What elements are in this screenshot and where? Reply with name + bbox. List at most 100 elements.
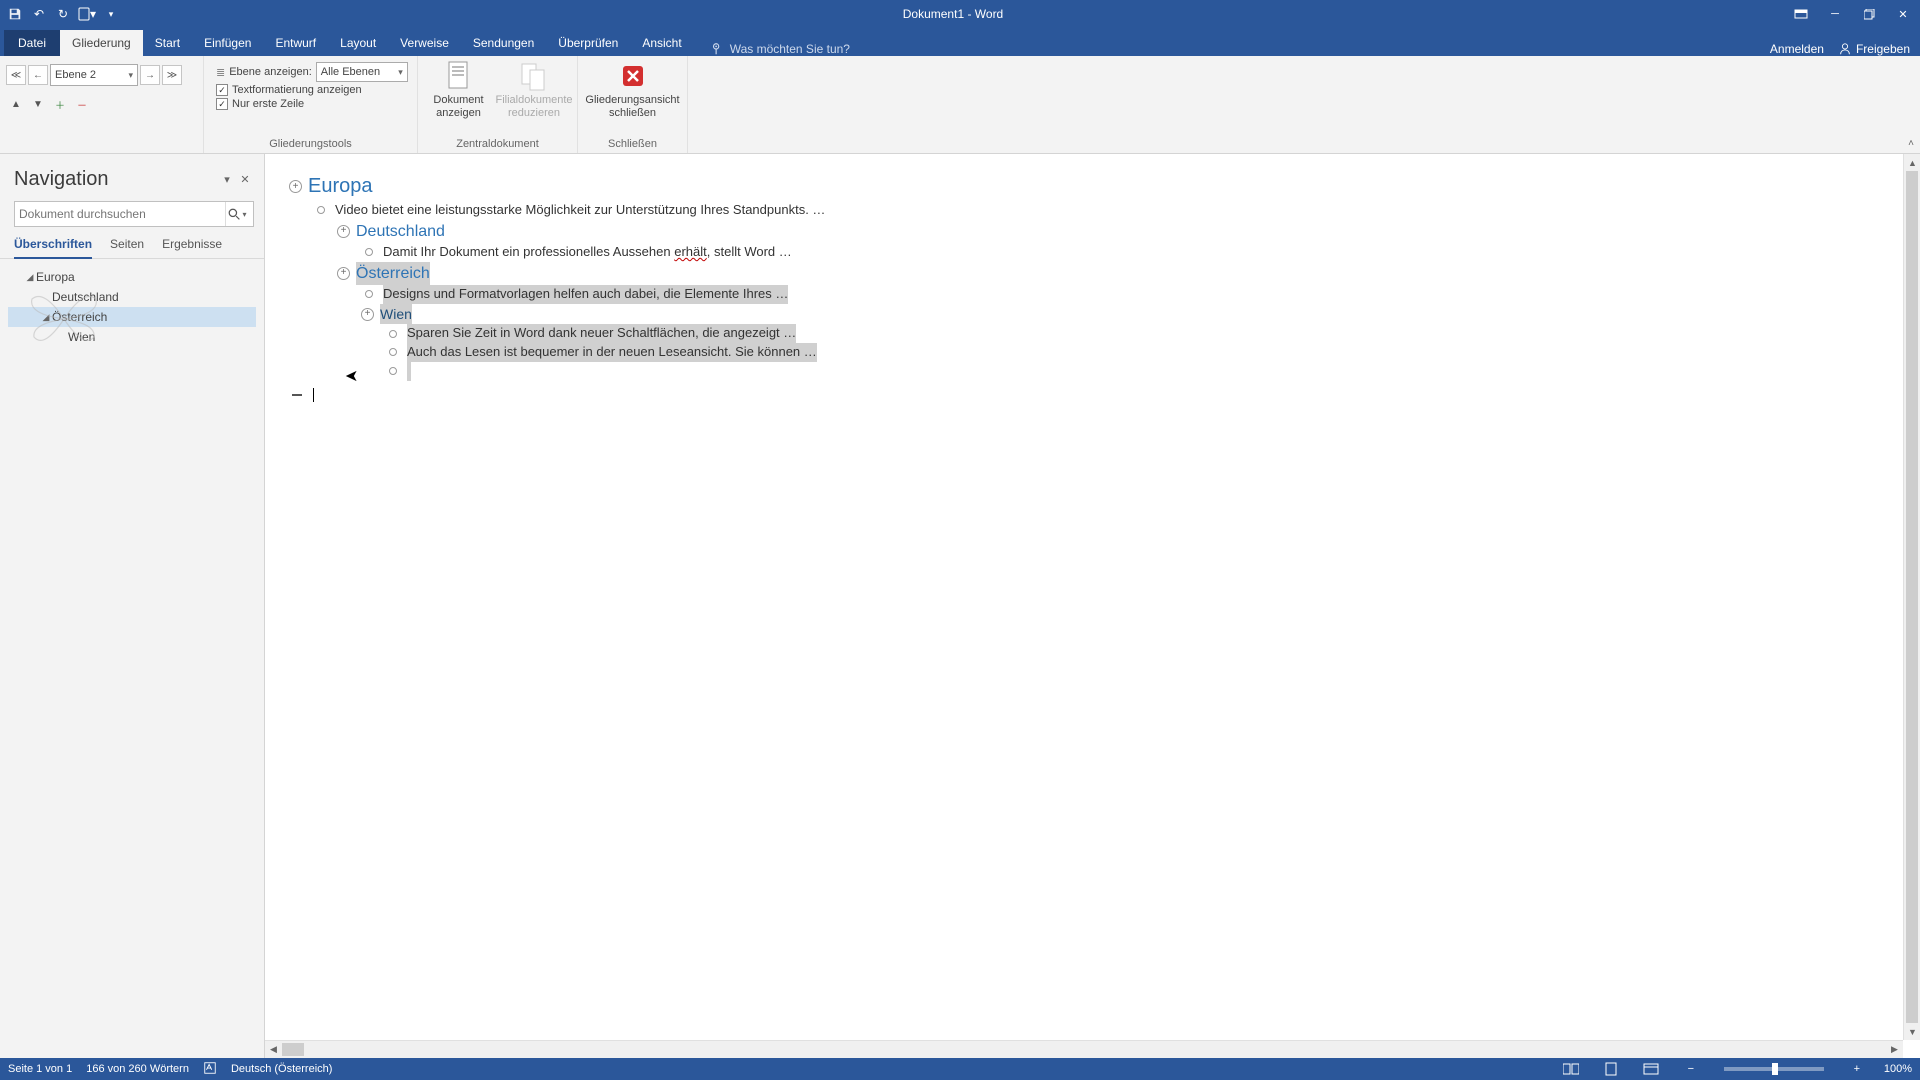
first-line-only-checkbox[interactable]: ✓Nur erste Zeile — [216, 98, 408, 110]
scroll-right-button[interactable]: ▶ — [1886, 1041, 1903, 1058]
demote-to-body-button[interactable]: ≫ — [162, 65, 182, 85]
ribbon-display-button[interactable] — [1784, 0, 1818, 28]
body-text[interactable]: Sparen Sie Zeit in Word dank neuer Schal… — [407, 324, 796, 343]
scroll-thumb[interactable] — [1906, 171, 1918, 1023]
expand-icon[interactable]: + — [337, 225, 350, 238]
nav-search-button[interactable]: ▾ — [225, 202, 249, 226]
status-bar: Seite 1 von 1 166 von 260 Wörtern Deutsc… — [0, 1058, 1920, 1080]
scroll-up-button[interactable]: ▲ — [1904, 154, 1920, 171]
nav-search-input[interactable] — [19, 207, 225, 221]
collapse-button[interactable]: － — [72, 94, 92, 114]
tab-review[interactable]: Überprüfen — [546, 30, 630, 56]
show-formatting-checkbox[interactable]: ✓Textformatierung anzeigen — [216, 84, 408, 96]
nav-tab-results[interactable]: Ergebnisse — [162, 237, 222, 258]
document-area[interactable]: + Europa Video bietet eine leistungsstark… — [265, 154, 1920, 1058]
promote-button[interactable]: ← — [28, 65, 48, 85]
save-button[interactable] — [4, 3, 26, 25]
tab-view[interactable]: Ansicht — [630, 30, 693, 56]
show-level-select[interactable]: Alle Ebenen▾ — [316, 62, 408, 82]
document-icon — [443, 60, 475, 92]
status-proofing-icon[interactable] — [203, 1061, 217, 1078]
body-text[interactable] — [407, 362, 411, 381]
horizontal-scrollbar[interactable]: ◀ ▶ — [265, 1040, 1903, 1058]
scroll-left-button[interactable]: ◀ — [265, 1041, 282, 1058]
minimize-button[interactable]: ─ — [1818, 0, 1852, 28]
nav-tab-pages[interactable]: Seiten — [110, 237, 144, 258]
group-master-label: Zentraldokument — [424, 136, 571, 153]
tab-layout[interactable]: Layout — [328, 30, 388, 56]
nav-pane-options-button[interactable]: ▾ — [218, 171, 236, 189]
view-web-button[interactable] — [1638, 1060, 1664, 1078]
view-read-button[interactable] — [1558, 1060, 1584, 1078]
tab-insert[interactable]: Einfügen — [192, 30, 263, 56]
signin-link[interactable]: Anmelden — [1770, 42, 1824, 56]
promote-to-h1-button[interactable]: ≪ — [6, 65, 26, 85]
heading-1[interactable]: Europa — [308, 172, 373, 201]
outline-level-select[interactable]: Ebene 2▾ — [50, 64, 138, 86]
collapse-ribbon-button[interactable]: ˄ — [1908, 138, 1914, 149]
zoom-value[interactable]: 100% — [1884, 1063, 1912, 1075]
status-words[interactable]: 166 von 260 Wörtern — [86, 1063, 189, 1075]
undo-button[interactable]: ↶ — [28, 3, 50, 25]
tab-references[interactable]: Verweise — [388, 30, 461, 56]
body-text[interactable]: Damit Ihr Dokument ein professionelles A… — [383, 243, 792, 262]
body-text[interactable]: Auch das Lesen ist bequemer in der neuen… — [407, 343, 817, 362]
heading-3[interactable]: Wien — [380, 304, 412, 324]
scroll-thumb[interactable] — [282, 1043, 304, 1056]
view-print-button[interactable] — [1598, 1060, 1624, 1078]
redo-button[interactable]: ↻ — [52, 3, 74, 25]
expand-button[interactable]: ＋ — [50, 94, 70, 114]
status-page[interactable]: Seite 1 von 1 — [8, 1063, 72, 1075]
nav-search-box[interactable]: ▾ — [14, 201, 254, 227]
nav-tree: ◢Europa Deutschland ◢Österreich Wien — [0, 259, 264, 355]
collapse-subdocs-button: Filialdokumente reduzieren — [497, 58, 571, 119]
nav-pane-close-button[interactable]: ✕ — [236, 171, 254, 189]
show-document-button[interactable]: Dokument anzeigen — [424, 58, 493, 119]
tab-mailings[interactable]: Sendungen — [461, 30, 546, 56]
body-text[interactable]: Designs und Formatvorlagen helfen auch d… — [383, 285, 788, 304]
nav-tab-headings[interactable]: Überschriften — [14, 237, 92, 259]
close-outline-button[interactable]: Gliederungsansicht schließen — [584, 58, 681, 119]
expand-icon[interactable]: + — [337, 267, 350, 280]
qat-customize-button[interactable]: ▾ — [100, 3, 122, 25]
window-controls: ─ ✕ — [1784, 0, 1920, 28]
scroll-down-button[interactable]: ▼ — [1904, 1023, 1920, 1040]
bullet-icon — [313, 202, 329, 218]
bullet-icon — [385, 344, 401, 360]
move-up-button[interactable]: ▲ — [6, 94, 26, 114]
zoom-in-button[interactable]: + — [1844, 1060, 1870, 1078]
tab-outline[interactable]: Gliederung — [60, 30, 143, 56]
share-label: Freigeben — [1856, 42, 1910, 56]
touch-mode-button[interactable]: ▾ — [76, 3, 98, 25]
bullet-icon — [385, 326, 401, 342]
zoom-slider[interactable] — [1724, 1067, 1824, 1071]
tab-home[interactable]: Start — [143, 30, 192, 56]
status-language[interactable]: Deutsch (Österreich) — [231, 1063, 332, 1075]
tell-me-search[interactable]: Was möchten Sie tun? — [694, 42, 850, 56]
vertical-scrollbar[interactable]: ▲ ▼ — [1903, 154, 1920, 1040]
butterfly-watermark-icon — [24, 279, 104, 349]
tab-file[interactable]: Datei — [4, 30, 60, 56]
body-text[interactable]: Video bietet eine leistungsstarke Möglic… — [335, 201, 825, 220]
zoom-thumb[interactable] — [1772, 1063, 1778, 1075]
tell-me-placeholder: Was möchten Sie tun? — [730, 42, 850, 56]
group-outline-tools-label: Gliederungstools — [210, 136, 411, 153]
close-icon — [617, 60, 649, 92]
quick-access-toolbar: ↶ ↻ ▾ ▾ — [0, 3, 122, 25]
ribbon-tabs: Datei Gliederung Start Einfügen Entwurf … — [0, 28, 1920, 56]
zoom-out-button[interactable]: − — [1678, 1060, 1704, 1078]
ribbon: ≪ ← Ebene 2▾ → ≫ ▲ ▼ ＋ － x ≣ Ebene anzei… — [0, 56, 1920, 154]
outline-content: + Europa Video bietet eine leistungsstark… — [265, 154, 1920, 421]
tab-draw[interactable]: Entwurf — [263, 30, 328, 56]
expand-icon[interactable]: + — [289, 180, 302, 193]
nav-tabs: Überschriften Seiten Ergebnisse — [0, 233, 264, 259]
share-button[interactable]: Freigeben — [1838, 42, 1910, 56]
heading-2[interactable]: Deutschland — [356, 220, 445, 243]
expand-icon[interactable]: + — [361, 308, 374, 321]
restore-button[interactable] — [1852, 0, 1886, 28]
close-button[interactable]: ✕ — [1886, 0, 1920, 28]
show-level-label: Ebene anzeigen: — [229, 66, 312, 78]
demote-button[interactable]: → — [140, 65, 160, 85]
move-down-button[interactable]: ▼ — [28, 94, 48, 114]
heading-2[interactable]: Österreich — [356, 262, 430, 285]
